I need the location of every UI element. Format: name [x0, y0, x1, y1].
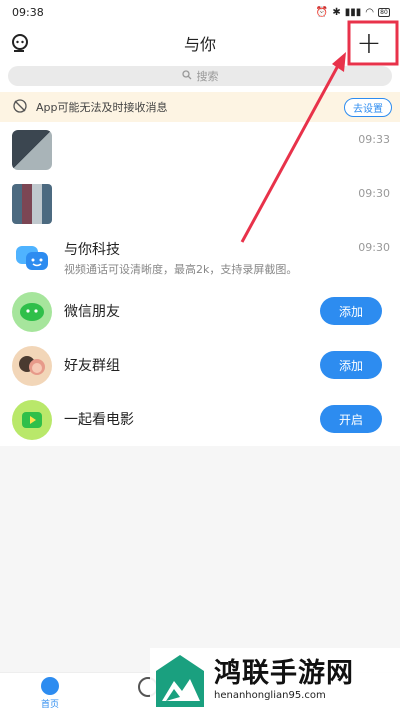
home-icon: [41, 677, 59, 695]
chat-name: 与你科技: [64, 242, 120, 258]
watermark-title: 鸿联手游网: [214, 658, 354, 689]
notification-off-icon: [12, 98, 28, 117]
chat-row[interactable]: 09:30: [0, 176, 400, 230]
header: 与你 +: [0, 24, 400, 62]
bluetooth-icon: ✱: [332, 6, 341, 18]
status-time: 09:38: [12, 5, 44, 19]
chat-preview: 视频通话可设清晰度，最高2k，支持录屏截图。: [64, 263, 298, 276]
feature-name: 一起看电影: [64, 412, 134, 428]
tab-home-label: 首页: [40, 700, 59, 710]
contacts-icon[interactable]: [10, 32, 32, 54]
battery-icon: 80: [378, 7, 390, 17]
enable-movie-button[interactable]: 开启: [320, 405, 382, 433]
chat-row[interactable]: 与你科技 视频通话可设清晰度，最高2k，支持录屏截图。 09:30: [0, 230, 400, 284]
movie-icon: [12, 400, 52, 440]
status-icons: ⏰ ✱ ▮▮▮ ◠ 80: [316, 7, 390, 18]
page-title: 与你: [183, 35, 216, 54]
wifi-icon: ◠: [365, 6, 374, 18]
notification-banner: App可能无法及时接收消息 去设置: [0, 92, 400, 122]
tab-home[interactable]: 首页: [30, 677, 70, 710]
chat-list: 09:33 09:30 与你科技 视频通话可设清晰度，最高2k，支持录屏截图。 …: [0, 122, 400, 446]
avatar: [12, 184, 52, 224]
feature-row-movie: 一起看电影 开启: [0, 392, 400, 446]
feature-name: 微信朋友: [64, 304, 120, 320]
watermark-logo-icon: [152, 651, 208, 709]
avatar: [12, 130, 52, 170]
add-wechat-button[interactable]: 添加: [320, 297, 382, 325]
signal-icon: ▮▮▮: [344, 6, 362, 18]
chat-time: 09:33: [358, 133, 390, 146]
search-placeholder: 搜索: [196, 70, 219, 83]
search-input[interactable]: 搜索: [8, 66, 392, 86]
feature-row-group: 好友群组 添加: [0, 338, 400, 392]
group-icon: [12, 346, 52, 386]
add-button[interactable]: +: [348, 26, 390, 61]
brand-chat-icon: [12, 238, 52, 278]
feature-name: 好友群组: [64, 358, 120, 374]
watermark-url: henanhonglian95.com: [214, 690, 326, 701]
chat-time: 09:30: [358, 241, 390, 254]
wechat-icon: [12, 292, 52, 332]
alarm-icon: ⏰: [315, 6, 329, 18]
notification-text: App可能无法及时接收消息: [36, 101, 168, 114]
chat-row[interactable]: 09:33: [0, 122, 400, 176]
status-bar: 09:38 ⏰ ✱ ▮▮▮ ◠ 80: [0, 0, 400, 24]
watermark: 鸿联手游网 henanhonglian95.com: [150, 648, 400, 711]
go-settings-button[interactable]: 去设置: [344, 97, 392, 117]
search-icon: [181, 69, 192, 83]
add-group-button[interactable]: 添加: [320, 351, 382, 379]
feature-row-wechat: 微信朋友 添加: [0, 284, 400, 338]
chat-time: 09:30: [358, 187, 390, 200]
search-bar: 搜索: [0, 62, 400, 92]
